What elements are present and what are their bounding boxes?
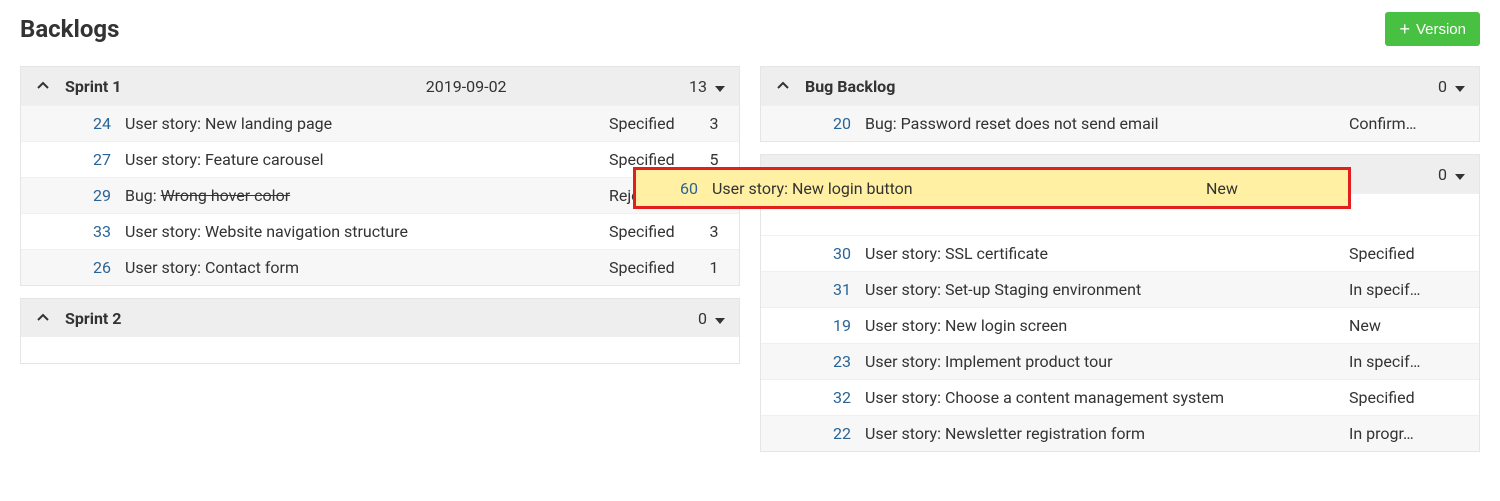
work-item-status: Specified xyxy=(609,222,699,241)
panel-bug-backlog: Bug Backlog 0 20 Bug: Password reset doe… xyxy=(760,66,1480,142)
panel-menu-button[interactable] xyxy=(1451,165,1469,184)
work-item-id[interactable]: 27 xyxy=(61,150,111,169)
panel-total: 13 xyxy=(689,77,707,96)
work-item-id[interactable]: 31 xyxy=(801,280,851,299)
work-item-id[interactable]: 19 xyxy=(801,316,851,335)
work-item-points: 3 xyxy=(699,114,729,133)
dragged-work-item[interactable]: 60 User story: New login button New xyxy=(633,167,1351,209)
chevron-up-icon[interactable] xyxy=(771,77,795,96)
panel-rows-empty xyxy=(21,337,739,363)
backlog-columns: Sprint 1 2019-09-02 13 24 User story: Ne… xyxy=(0,66,1500,464)
work-item-id[interactable]: 22 xyxy=(801,424,851,443)
work-item-title: User story: New landing page xyxy=(125,114,609,133)
work-item-status: Specified xyxy=(1349,388,1439,407)
backlog-row[interactable]: 31 User story: Set-up Staging environmen… xyxy=(761,271,1479,307)
backlog-row[interactable]: 19 User story: New login screen New xyxy=(761,307,1479,343)
panel-title: Bug Backlog xyxy=(805,77,895,96)
work-item-status: In progr… xyxy=(1349,424,1439,443)
work-item-title: User story: Implement product tour xyxy=(865,352,1349,371)
backlog-row[interactable]: 24 User story: New landing page Specifie… xyxy=(21,105,739,141)
backlog-row[interactable]: 32 User story: Choose a content manageme… xyxy=(761,379,1479,415)
work-item-status: In specif… xyxy=(1349,352,1439,371)
work-item-status: New xyxy=(1206,179,1336,198)
work-item-title: Bug: Password reset does not send email xyxy=(865,114,1349,133)
chevron-up-icon[interactable] xyxy=(31,309,55,328)
panel-menu-button[interactable] xyxy=(711,77,729,96)
work-item-status: Specified xyxy=(609,258,699,277)
work-item-title: User story: Feature carousel xyxy=(125,150,609,169)
backlog-row[interactable]: 33 User story: Website navigation struct… xyxy=(21,213,739,249)
work-item-title: User story: Website navigation structure xyxy=(125,222,609,241)
right-column: Bug Backlog 0 20 Bug: Password reset doe… xyxy=(760,66,1480,464)
work-item-status: New xyxy=(1349,316,1439,335)
work-item-id[interactable]: 32 xyxy=(801,388,851,407)
panel-total: 0 xyxy=(1438,77,1447,96)
add-version-button[interactable]: + Version xyxy=(1385,12,1480,46)
backlog-row[interactable]: 29 Bug: Wrong hover color Rejected xyxy=(21,177,739,213)
add-version-label: Version xyxy=(1416,21,1466,38)
work-item-status: Confirm… xyxy=(1349,114,1439,133)
panel-total: 0 xyxy=(1438,165,1447,184)
left-column: Sprint 1 2019-09-02 13 24 User story: Ne… xyxy=(20,66,740,464)
panel-header[interactable]: Sprint 2 0 xyxy=(21,299,739,337)
panel-total: 0 xyxy=(698,309,707,328)
work-item-id: 60 xyxy=(648,179,698,198)
backlog-row[interactable]: 23 User story: Implement product tour In… xyxy=(761,343,1479,379)
panel-rows: 24 User story: New landing page Specifie… xyxy=(21,105,739,285)
panel-menu-button[interactable] xyxy=(1451,77,1469,96)
work-item-id[interactable]: 30 xyxy=(801,244,851,263)
work-item-status: In specif… xyxy=(1349,280,1439,299)
panel-sprint-1: Sprint 1 2019-09-02 13 24 User story: Ne… xyxy=(20,66,740,286)
backlog-row[interactable]: 26 User story: Contact form Specified 1 xyxy=(21,249,739,285)
panel-rows: 20 Bug: Password reset does not send ema… xyxy=(761,105,1479,141)
panel-title: Sprint 1 xyxy=(65,77,121,96)
panel-menu-button[interactable] xyxy=(711,309,729,328)
work-item-id[interactable]: 29 xyxy=(61,186,111,205)
work-item-id[interactable]: 24 xyxy=(61,114,111,133)
panel-header[interactable]: Bug Backlog 0 xyxy=(761,67,1479,105)
backlog-row[interactable]: 27 User story: Feature carousel Specifie… xyxy=(21,141,739,177)
work-item-title: User story: SSL certificate xyxy=(865,244,1349,263)
work-item-status: Specified xyxy=(1349,244,1439,263)
panel-title: Sprint 2 xyxy=(65,309,121,328)
panel-sprint-2: Sprint 2 0 xyxy=(20,298,740,364)
panel-date: 2019-09-02 xyxy=(426,77,507,96)
panel-rows: 30 User story: SSL certificate Specified… xyxy=(761,193,1479,451)
work-item-id[interactable]: 26 xyxy=(61,258,111,277)
work-item-title: User story: Choose a content management … xyxy=(865,388,1349,407)
work-item-title: User story: Newsletter registration form xyxy=(865,424,1349,443)
work-item-title: User story: Contact form xyxy=(125,258,609,277)
chevron-up-icon[interactable] xyxy=(31,77,55,96)
work-item-id[interactable]: 33 xyxy=(61,222,111,241)
work-item-id[interactable]: 20 xyxy=(801,114,851,133)
work-item-status: Specified xyxy=(609,114,699,133)
backlog-row[interactable]: 22 User story: Newsletter registration f… xyxy=(761,415,1479,451)
work-item-title: Bug: Wrong hover color xyxy=(125,186,609,205)
work-item-title: User story: New login button xyxy=(712,179,1206,198)
panel-header[interactable]: Sprint 1 2019-09-02 13 xyxy=(21,67,739,105)
work-item-title: User story: New login screen xyxy=(865,316,1349,335)
work-item-title: User story: Set-up Staging environment xyxy=(865,280,1349,299)
work-item-points: 1 xyxy=(699,258,729,277)
backlog-row[interactable]: 30 User story: SSL certificate Specified xyxy=(761,235,1479,271)
backlog-row[interactable]: 20 Bug: Password reset does not send ema… xyxy=(761,105,1479,141)
page-header: Backlogs + Version xyxy=(0,0,1500,46)
work-item-points: 3 xyxy=(699,222,729,241)
page-title: Backlogs xyxy=(20,15,119,43)
work-item-id[interactable]: 23 xyxy=(801,352,851,371)
plus-icon: + xyxy=(1399,20,1410,38)
